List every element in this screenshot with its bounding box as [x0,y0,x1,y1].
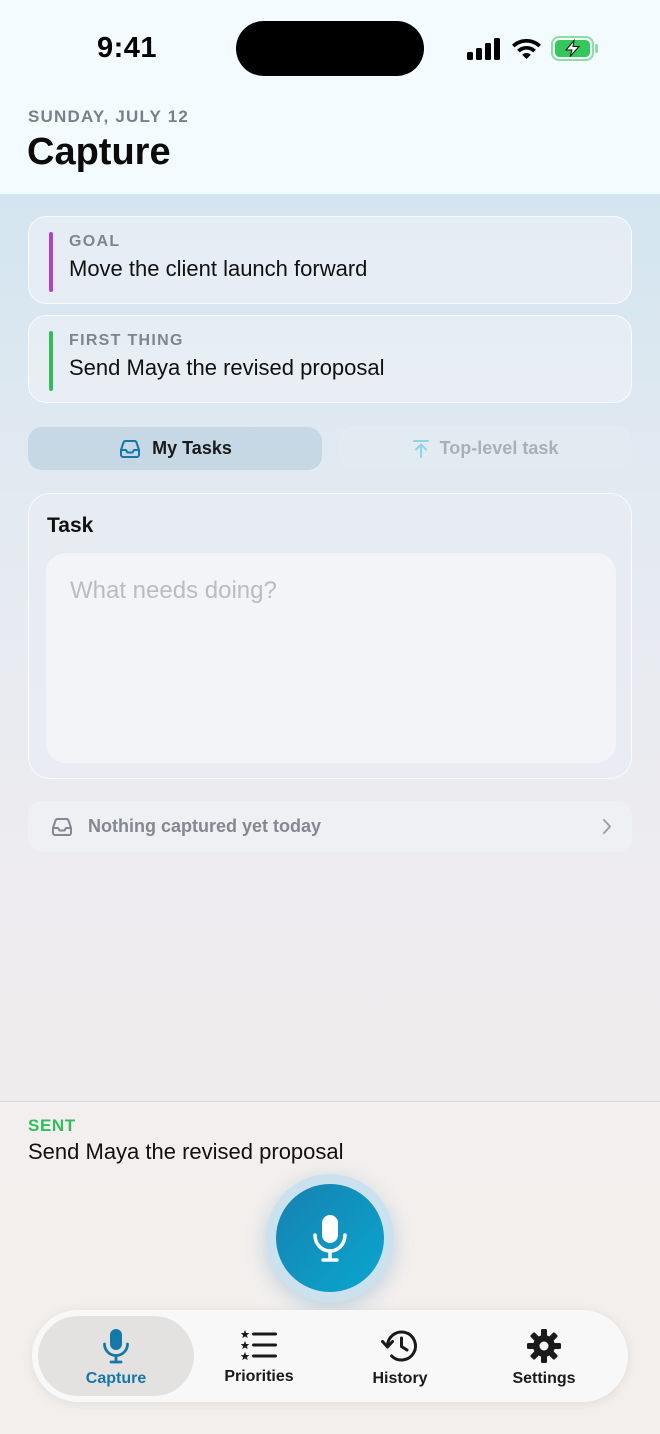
goal-value: Move the client launch forward [69,256,368,281]
gear-icon [527,1329,561,1363]
microphone-icon [313,1215,347,1262]
task-form: Task [28,493,632,779]
starred-list-icon [240,1330,277,1361]
tab-history[interactable]: History [322,1316,478,1396]
sent-text: Send Maya the revised proposal [28,1139,344,1164]
captured-today-text: Nothing captured yet today [88,816,322,836]
goal-label: GOAL [69,233,121,250]
arrow-up-to-line-icon [412,439,429,458]
tab-priorities[interactable]: Priorities [181,1316,337,1396]
tab-capture[interactable]: Capture [38,1316,194,1396]
status-time: 9:41 [97,32,158,64]
first-thing-card[interactable]: FIRST THING Send Maya the revised propos… [28,315,632,403]
first-thing-accent-bar [49,331,53,391]
my-tasks-toggle[interactable]: My Tasks [28,427,322,470]
sent-label: SENT [28,1116,76,1135]
inbox-tray-icon [52,817,72,836]
tab-capture-label: Capture [85,1370,147,1387]
record-button[interactable] [276,1184,384,1292]
tab-settings-label: Settings [512,1370,576,1387]
history-clock-icon [381,1330,417,1362]
wifi-icon [512,39,541,59]
page-title: Capture [27,131,171,173]
goal-card[interactable]: GOAL Move the client launch forward [28,216,632,304]
date-label: SUNDAY, JULY 12 [28,107,190,126]
dynamic-island [236,21,424,76]
chevron-right-icon [603,819,611,834]
status-bar: 9:41 [0,0,660,100]
cellular-signal-icon [467,38,500,60]
tab-bar: Capture Priorities History Settings [32,1310,628,1402]
tab-settings[interactable]: Settings [466,1316,622,1396]
tab-priorities-label: Priorities [224,1368,294,1385]
top-level-task-toggle[interactable]: Top-level task [338,427,632,470]
header: 9:41 SUNDAY, JULY 12 Capture [0,0,660,194]
first-thing-label: FIRST THING [69,332,184,349]
battery-charging-icon [551,36,598,61]
goal-accent-bar [49,232,53,292]
captured-today-row[interactable]: Nothing captured yet today [28,801,632,852]
my-tasks-label: My Tasks [152,438,232,458]
task-field-label: Task [47,514,94,537]
task-input[interactable] [46,553,616,763]
first-thing-value: Send Maya the revised proposal [69,355,385,380]
top-level-task-label: Top-level task [439,438,559,458]
inbox-tray-icon [120,439,141,458]
microphone-icon [103,1329,129,1364]
tab-history-label: History [372,1370,428,1387]
